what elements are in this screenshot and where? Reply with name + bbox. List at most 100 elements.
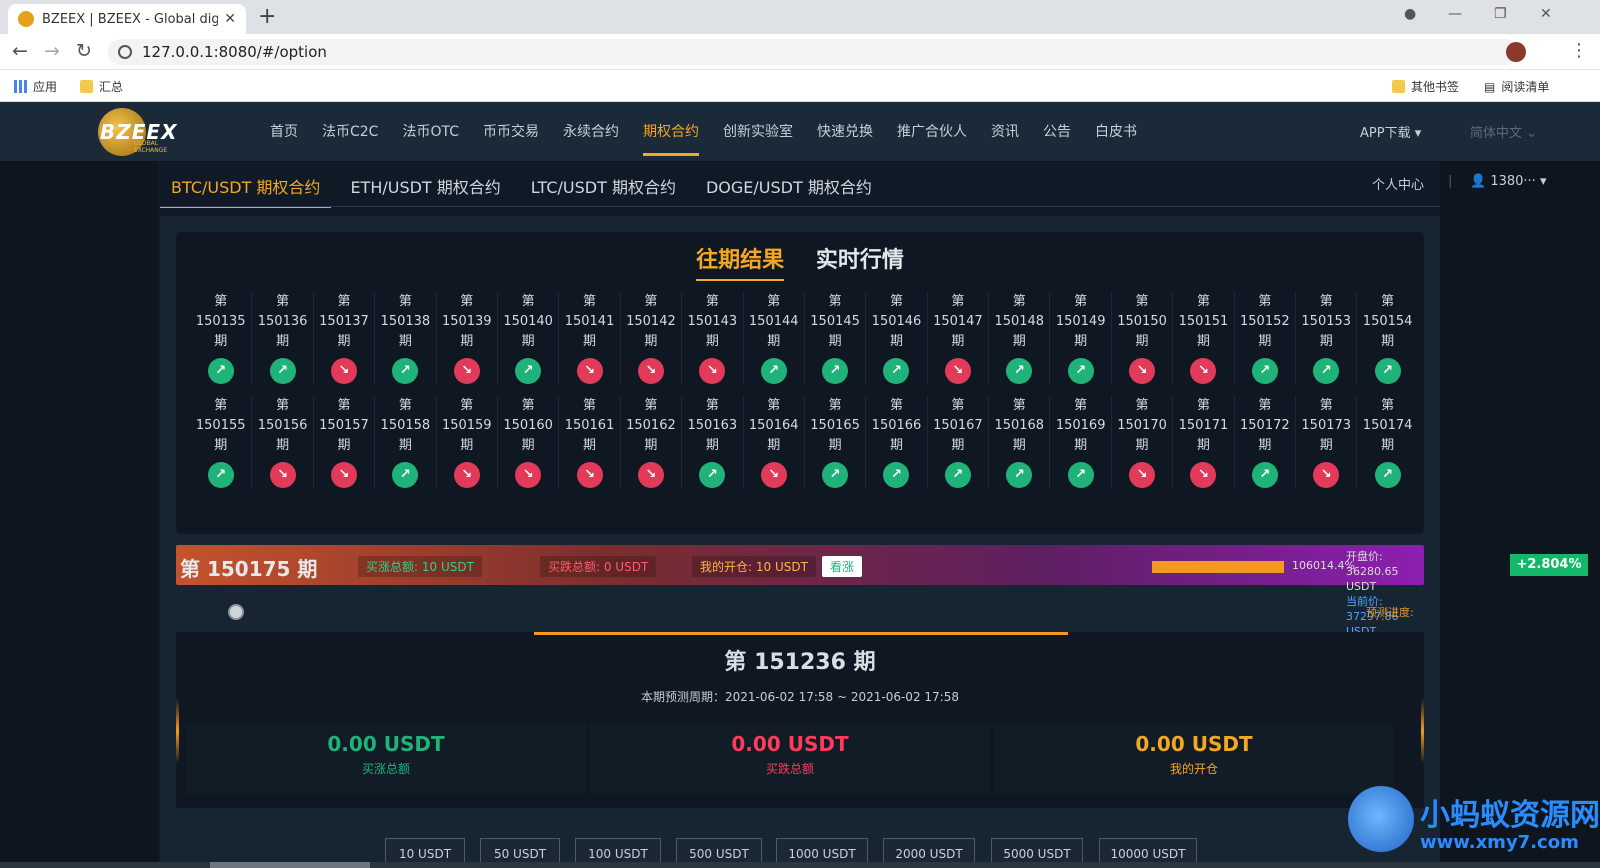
- period-cell: 第 150154 期 ↗: [1356, 292, 1417, 384]
- period-prefix: 第: [583, 294, 597, 309]
- bookmark-apps[interactable]: 应用: [14, 78, 57, 95]
- period-suffix: 期: [1135, 438, 1149, 453]
- period-number: 150171: [1178, 418, 1229, 433]
- nav-item[interactable]: 首页: [258, 102, 310, 162]
- nav-item[interactable]: 公告: [1031, 102, 1083, 162]
- period-number: 150139: [441, 314, 492, 329]
- scrollbar-thumb[interactable]: [210, 862, 370, 868]
- right-gutter: [1440, 162, 1600, 868]
- bookmark-label: 阅读清单: [1501, 80, 1550, 94]
- user-center-link[interactable]: 个人中心: [1372, 174, 1424, 193]
- period-cell: 第 150153 期 ↗: [1295, 292, 1356, 384]
- nav-item[interactable]: 资讯: [979, 102, 1031, 162]
- site-info-icon[interactable]: [118, 45, 132, 59]
- watermark: 小蚂蚁资源网 www.xmy7.com: [1348, 786, 1600, 868]
- user-menu[interactable]: 👤 1380··· ▾: [1470, 174, 1546, 189]
- period-number: 150144: [748, 314, 799, 329]
- trend-up-icon: ↗: [1374, 358, 1401, 384]
- profile-icon[interactable]: ●: [1404, 6, 1416, 22]
- change-percent: +2.804%: [1510, 554, 1588, 576]
- period-suffix: 期: [1258, 334, 1272, 349]
- nav-item[interactable]: 永续合约: [551, 102, 631, 162]
- reload-icon[interactable]: ↻: [76, 40, 92, 62]
- tab-past-results[interactable]: 往期结果: [696, 242, 785, 281]
- bookmark-other[interactable]: 其他书签: [1392, 78, 1459, 95]
- browser-tab[interactable]: BZEEX | BZEEX - Global digital ✕: [8, 4, 246, 34]
- period-number: 150135: [195, 314, 246, 329]
- period-cell: 第 150161 期 ↘: [558, 396, 619, 488]
- period-number: 150146: [871, 314, 922, 329]
- buy-down-total: 买跌总额: 0 USDT: [540, 556, 657, 577]
- browser-menu-icon[interactable]: ⋮: [1570, 40, 1588, 61]
- chevron-down-icon: ⌄: [1526, 126, 1538, 141]
- reading-list[interactable]: ▤ 阅读清单: [1484, 78, 1549, 95]
- period-cell: 第 150170 期 ↘: [1110, 396, 1172, 488]
- period-prefix: 第: [951, 294, 965, 309]
- period-prefix: 第: [214, 294, 228, 309]
- period-cell: 第 150147 期 ↘: [926, 292, 988, 384]
- watermark-ant-icon: [1348, 786, 1414, 852]
- contract-tab[interactable]: DOGE/USDT 期权合约: [695, 168, 883, 208]
- trend-down-icon: ↘: [330, 462, 357, 488]
- minimize-icon[interactable]: —: [1448, 6, 1462, 22]
- main-nav: 首页 法币C2C 法币OTC 币币交易 永续合约 期权合约 创新实验室 快速兑换 推广合伙人 资讯…: [258, 102, 1149, 162]
- nav-item[interactable]: 快速兑换: [805, 102, 885, 162]
- period-prefix: 第: [1319, 294, 1333, 309]
- period-suffix: 期: [337, 334, 351, 349]
- period-suffix: 期: [1135, 334, 1149, 349]
- period-number: 150143: [687, 314, 738, 329]
- close-tab-icon[interactable]: ✕: [224, 11, 236, 27]
- bookmark-label: 应用: [33, 80, 58, 94]
- nav-item[interactable]: 白皮书: [1083, 102, 1149, 162]
- contract-tabs: BTC/USDT 期权合约 ETH/USDT 期权合约 LTC/USDT 期权合约 D…: [160, 168, 891, 208]
- user-icon: 👤: [1470, 174, 1487, 189]
- tab-live-market[interactable]: 实时行情: [816, 242, 904, 279]
- language-select[interactable]: 简体中文 ⌄: [1470, 122, 1537, 141]
- new-tab-icon[interactable]: +: [258, 4, 276, 30]
- trend-up-icon: ↗: [1251, 462, 1278, 488]
- nav-item[interactable]: 推广合伙人: [885, 102, 979, 162]
- current-period-number: 第 150175 期: [180, 557, 318, 581]
- trend-down-icon: ↘: [1129, 462, 1156, 488]
- period-number: 150154: [1362, 314, 1413, 329]
- nav-item[interactable]: 法币C2C: [310, 102, 390, 162]
- logo[interactable]: BZEEX GLOBAL EXCHANGE: [98, 108, 193, 156]
- period-suffix: 期: [1319, 334, 1333, 349]
- url-input[interactable]: 127.0.0.1:8080/#/option: [108, 39, 1518, 65]
- period-cell: 第 150136 期 ↗: [251, 292, 312, 384]
- period-suffix: 期: [521, 334, 535, 349]
- extension-icon[interactable]: [1506, 42, 1526, 62]
- bookmark-summary[interactable]: 汇总: [80, 78, 123, 95]
- nav-item[interactable]: 法币OTC: [390, 102, 471, 162]
- app-download[interactable]: APP下载 ▾: [1360, 122, 1421, 141]
- period-suffix: 期: [828, 438, 842, 453]
- period-number: 150173: [1301, 418, 1352, 433]
- period-number: 150149: [1055, 314, 1106, 329]
- period-cell: 第 150163 期 ↗: [681, 396, 742, 488]
- period-cell: 第 150150 期 ↘: [1110, 292, 1172, 384]
- period-suffix: 期: [1319, 438, 1333, 453]
- period-cell: 第 150143 期 ↘: [681, 292, 742, 384]
- period-number: 150168: [994, 418, 1045, 433]
- nav-item[interactable]: 币币交易: [471, 102, 551, 162]
- period-number: 150167: [933, 418, 983, 433]
- history-board: 往期结果 实时行情 第 150135 期 ↗ 第 150136 期 ↗ 第 150137 期 ↘ 第 15…: [176, 232, 1424, 534]
- trend-up-icon: ↗: [1067, 462, 1094, 488]
- period-prefix: 第: [521, 398, 535, 413]
- restore-icon[interactable]: ❐: [1494, 6, 1507, 22]
- close-window-icon[interactable]: ✕: [1540, 6, 1552, 22]
- contract-tab[interactable]: LTC/USDT 期权合约: [520, 168, 687, 208]
- watermark-title: 小蚂蚁资源网: [1420, 798, 1600, 833]
- period-cell: 第 150169 期 ↗: [1049, 396, 1110, 488]
- forward-icon[interactable]: →: [44, 40, 60, 62]
- nav-item[interactable]: 期权合约: [631, 102, 711, 162]
- trend-down-icon: ↘: [515, 462, 542, 488]
- trend-up-icon: ↗: [883, 462, 910, 488]
- contract-tab[interactable]: BTC/USDT 期权合约: [160, 168, 332, 208]
- period-suffix: 期: [828, 334, 842, 349]
- open-price: 开盘价: 36280.65 USDT: [1346, 550, 1399, 593]
- nav-item[interactable]: 创新实验室: [711, 102, 805, 162]
- back-icon[interactable]: ←: [12, 40, 28, 62]
- period-prefix: 第: [951, 398, 965, 413]
- contract-tab[interactable]: ETH/USDT 期权合约: [339, 168, 511, 208]
